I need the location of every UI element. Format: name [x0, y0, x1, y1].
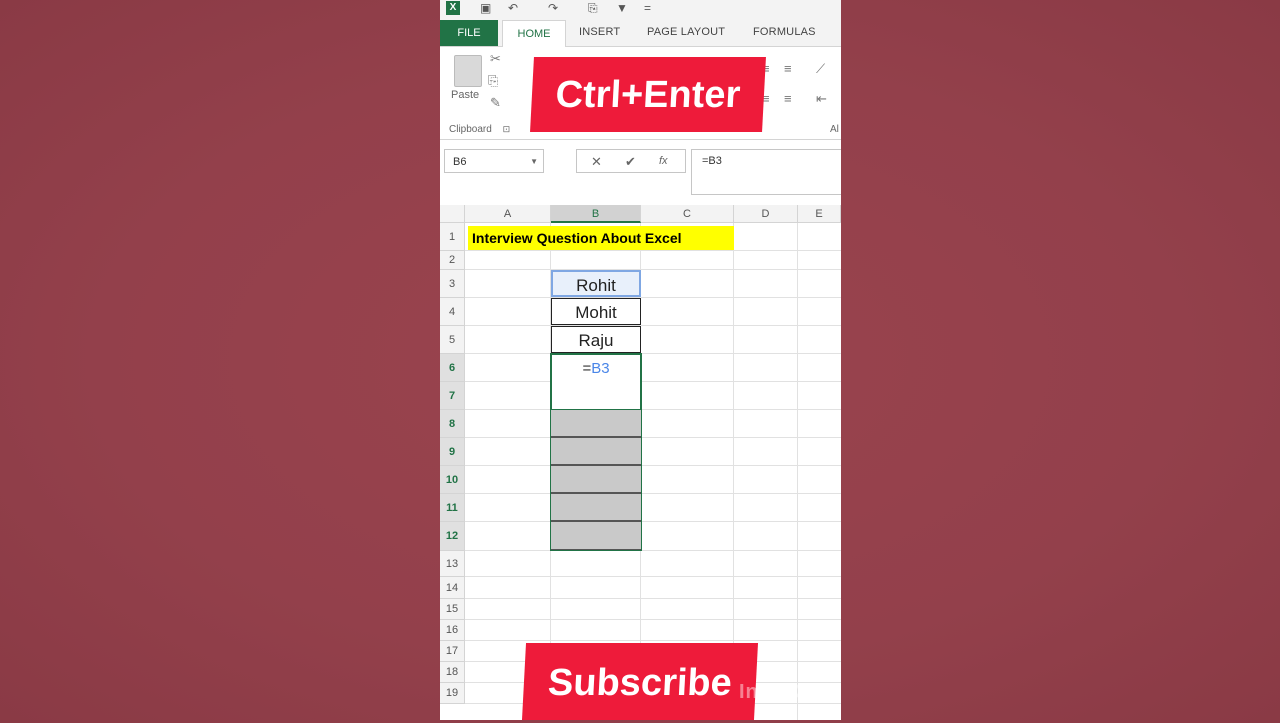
row-header-15[interactable]: 15: [440, 599, 465, 620]
row-header-7[interactable]: 7: [440, 382, 465, 410]
row-header-17[interactable]: 17: [440, 641, 465, 662]
row-header-1[interactable]: 1: [440, 223, 465, 251]
row-header-6[interactable]: 6: [440, 354, 465, 382]
save-icon[interactable]: ▣: [480, 1, 491, 15]
align-middle-icon[interactable]: ≡: [784, 61, 792, 76]
format-painter-small-icon[interactable]: ✎: [490, 95, 501, 111]
format-painter-icon[interactable]: ⎘: [588, 1, 598, 16]
cell-b4[interactable]: Mohit: [551, 298, 641, 325]
gridline: [465, 437, 841, 438]
gridline: [465, 353, 841, 354]
column-header-b[interactable]: B: [551, 205, 641, 223]
row-header-3[interactable]: 3: [440, 270, 465, 298]
cell-b6-editing[interactable]: =B3: [551, 354, 641, 410]
tab-page-layout[interactable]: PAGE LAYOUT: [647, 26, 725, 38]
row-header-5[interactable]: 5: [440, 326, 465, 354]
cell-b12[interactable]: [551, 522, 641, 551]
enter-icon[interactable]: ✔: [625, 154, 636, 170]
alignment-group-label: Al: [830, 124, 839, 135]
clipboard-group-label: Clipboard ⊡: [449, 124, 511, 135]
excel-logo-icon: X: [446, 1, 460, 15]
cell-b3[interactable]: Rohit: [551, 270, 641, 297]
redo-icon[interactable]: ↷: [548, 1, 558, 15]
column-header-a[interactable]: A: [465, 205, 551, 223]
chevron-down-icon[interactable]: ▼: [530, 150, 538, 174]
column-header-e[interactable]: E: [798, 205, 841, 223]
cell-b5[interactable]: Raju: [551, 326, 641, 353]
row-header-10[interactable]: 10: [440, 466, 465, 494]
cell-a1-title[interactable]: Interview Question About Excel: [468, 226, 734, 250]
gridline: [465, 576, 841, 577]
tab-file[interactable]: FILE: [440, 20, 498, 46]
gridline: [465, 598, 841, 599]
gridline: [465, 465, 841, 466]
gridline: [465, 297, 841, 298]
subscribe-banner[interactable]: Subscribe: [521, 643, 759, 720]
row-header-19[interactable]: 19: [440, 683, 465, 704]
insert-function-icon[interactable]: fx: [659, 155, 668, 167]
row-header-11[interactable]: 11: [440, 494, 465, 522]
formula-bar: B6 ▼ ✕ ✔ fx =B3: [440, 140, 841, 206]
row-header-9[interactable]: 9: [440, 438, 465, 466]
copy-icon[interactable]: ⎘: [488, 73, 498, 89]
decrease-indent-icon[interactable]: ⇤: [816, 91, 827, 107]
formula-input[interactable]: =B3: [691, 149, 841, 195]
orientation-icon[interactable]: ⟋: [816, 61, 825, 77]
row-header-16[interactable]: 16: [440, 620, 465, 641]
gridline: [465, 550, 841, 551]
gridline: [465, 250, 841, 251]
filter-icon[interactable]: ▼: [616, 1, 628, 15]
inshot-watermark: InShOt: [739, 681, 811, 703]
gridline: [465, 619, 841, 620]
cut-icon[interactable]: ✂: [490, 51, 501, 67]
formula-buttons: ✕ ✔ fx: [576, 149, 686, 173]
row-header-12[interactable]: 12: [440, 522, 465, 551]
gridline: [465, 521, 841, 522]
cell-reference: B3: [591, 360, 610, 377]
cell-b10[interactable]: [551, 466, 641, 494]
row-header-18[interactable]: 18: [440, 662, 465, 683]
ribbon-tabs: FILE HOME INSERT PAGE LAYOUT FORMULAS: [440, 20, 841, 47]
gridline: [465, 409, 841, 410]
clipboard-launcher-icon[interactable]: ⊡: [503, 124, 511, 134]
column-header-d[interactable]: D: [734, 205, 798, 223]
cell-b8[interactable]: [551, 410, 641, 438]
undo-icon[interactable]: ↶: [508, 1, 518, 15]
cell-b11[interactable]: [551, 494, 641, 522]
tab-insert[interactable]: INSERT: [579, 26, 620, 38]
row-header-2[interactable]: 2: [440, 251, 465, 270]
gridline: [465, 269, 841, 270]
gridline: [465, 325, 841, 326]
row-header-13[interactable]: 13: [440, 551, 465, 577]
quick-access-toolbar: X ▣ ↶ ↷ ⎘ ▼ =: [440, 0, 841, 20]
paste-icon[interactable]: [454, 55, 482, 87]
paste-button-label[interactable]: Paste: [451, 89, 479, 101]
gridline: [465, 493, 841, 494]
tab-formulas[interactable]: FORMULAS: [753, 26, 816, 38]
cancel-icon[interactable]: ✕: [591, 154, 602, 170]
align-center-icon[interactable]: ≡: [784, 91, 792, 106]
column-header-c[interactable]: C: [641, 205, 734, 223]
gridline: [465, 381, 841, 382]
select-all-corner[interactable]: [440, 205, 465, 223]
name-box[interactable]: B6 ▼: [444, 149, 544, 173]
row-header-14[interactable]: 14: [440, 577, 465, 599]
tab-home[interactable]: HOME: [502, 20, 566, 47]
cell-b9[interactable]: [551, 438, 641, 466]
ctrl-enter-banner: Ctrl+Enter: [530, 57, 766, 132]
row-header-4[interactable]: 4: [440, 298, 465, 326]
row-header-8[interactable]: 8: [440, 410, 465, 438]
gridline: [465, 640, 841, 641]
customize-qat-icon[interactable]: =: [644, 1, 651, 15]
